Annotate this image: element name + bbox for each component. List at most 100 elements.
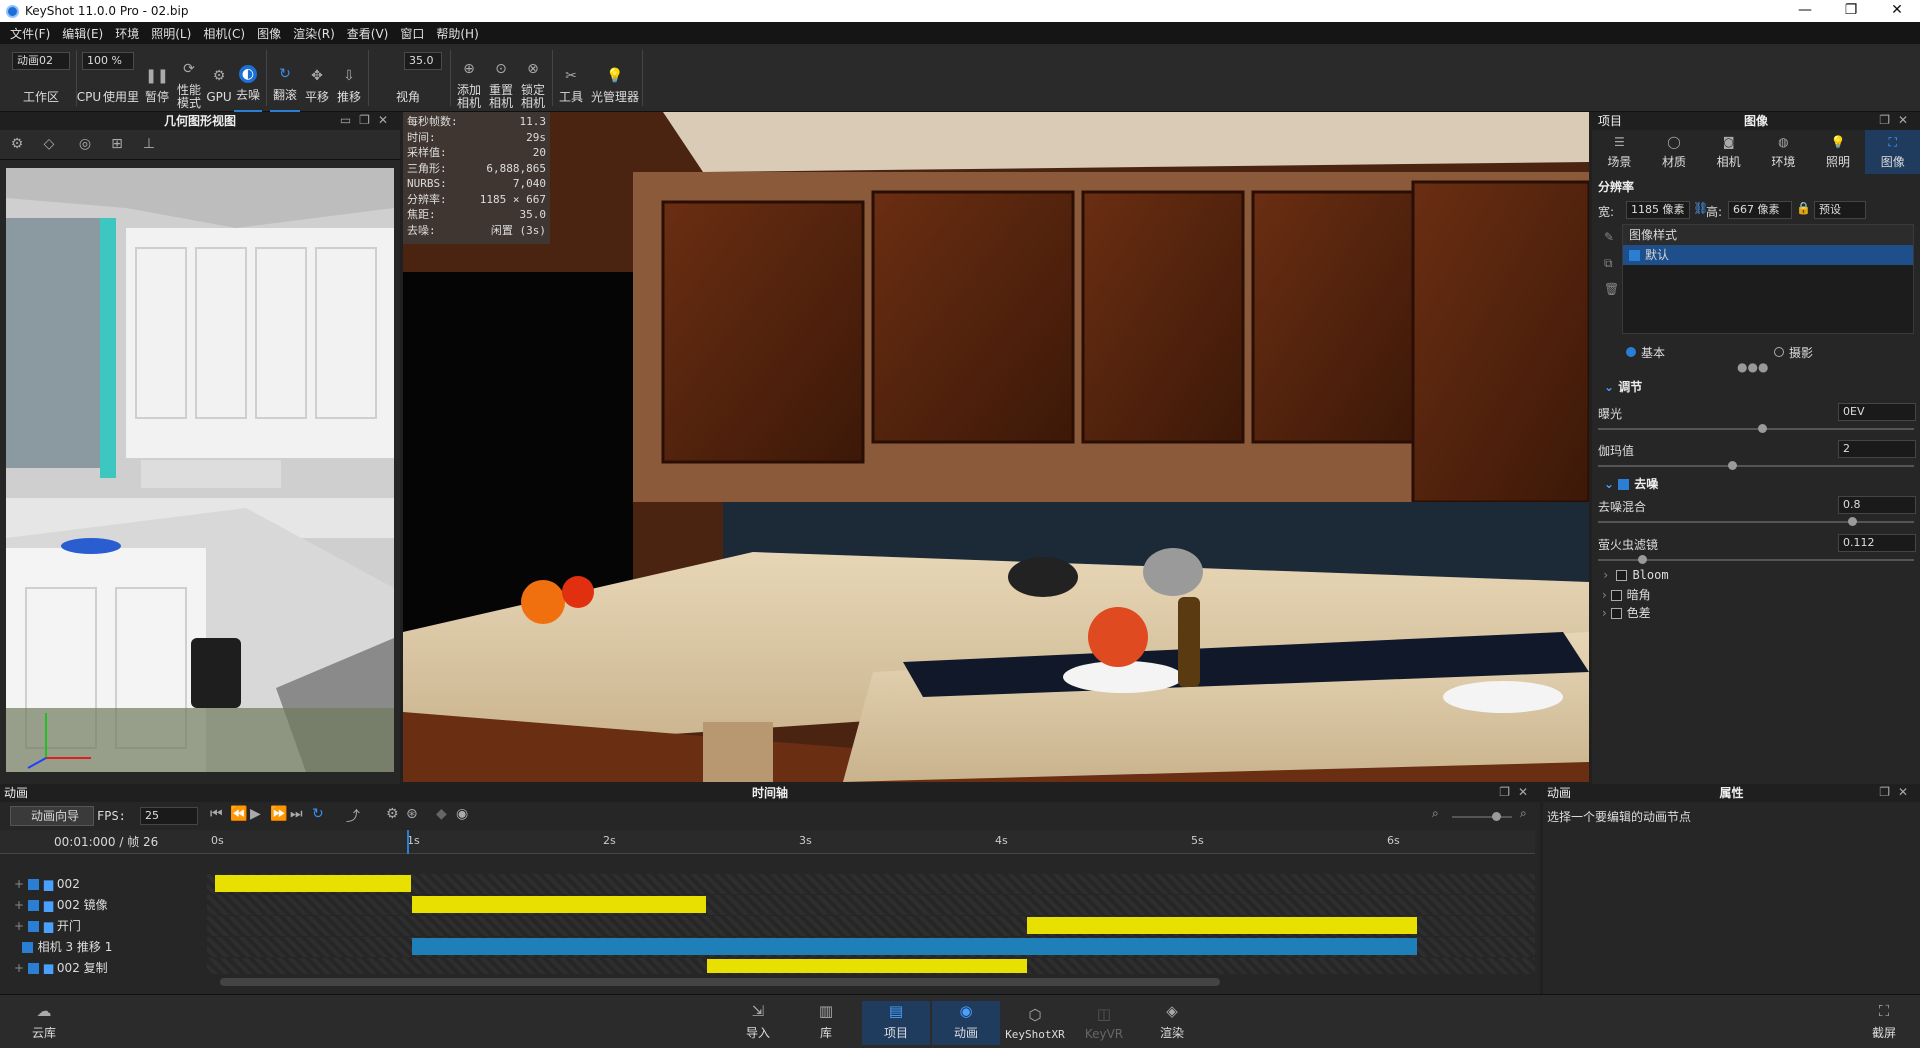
workspace-button[interactable]: 工作区 [14,44,68,112]
animation-clip[interactable] [412,938,1417,955]
playhead[interactable] [407,830,417,854]
play-icon[interactable]: ▶ [250,806,261,822]
edit-icon[interactable]: ✎ [1604,230,1614,244]
adjust-heading[interactable]: ⌄ 调节 [1604,378,1642,395]
track-open-door[interactable]: + ▆ 开门 [0,916,207,936]
pause-button[interactable]: ❚❚ 暂停 [142,44,172,112]
gpu-button[interactable]: ⚙ GPU [206,44,232,112]
lane-002-mirror[interactable] [207,895,1535,915]
track-002-copy[interactable]: + ▆ 002 复制 [0,958,207,974]
track-camera-dolly[interactable]: 相机 3 推移 1 [0,937,207,957]
lane-002[interactable] [207,874,1535,894]
tab-camera[interactable]: ◙ 相机 [1701,130,1756,174]
perf-mode-button[interactable]: ⟳ 性能 模式 [174,44,204,112]
animation-wizard-button[interactable]: 动画向导 [10,806,94,826]
animation-clip[interactable] [412,896,706,913]
gamma-field[interactable]: 2 [1838,440,1916,458]
keyframe-icon[interactable]: ◆ [436,806,447,822]
fps-field[interactable]: 25 [140,807,198,825]
timeline-zoom-slider[interactable] [1452,812,1512,821]
library-button[interactable]: ▥ 库 [792,1001,860,1045]
render-button[interactable]: ◈ 渲染 [1138,1001,1206,1045]
denoise-mix-field[interactable]: 0.8 [1838,496,1916,514]
record-icon[interactable]: ◉ [456,806,468,822]
close-button[interactable]: ✕ [1874,0,1920,22]
cube-icon[interactable]: ◇ [40,136,58,154]
firefly-slider[interactable] [1598,555,1914,564]
import-button[interactable]: ⇲ 导入 [724,1001,792,1045]
keyshotxr-button[interactable]: ⬡ KeyShotXR [1000,1001,1070,1045]
copy-icon[interactable]: ⧉ [1604,256,1613,271]
cloud-library-button[interactable]: ☁ 云库 [10,1001,78,1045]
bloom-row[interactable]: › Bloom [1602,568,1669,582]
tumble-button[interactable]: ↻ 翻滚 [270,44,300,112]
more-dots-icon[interactable]: ●●● [1737,360,1768,374]
animation-clip[interactable] [1027,917,1417,934]
dolly-button[interactable]: ⇩ 推移 [334,44,364,112]
geometry-viewport[interactable] [6,168,394,772]
animation-button[interactable]: ◉ 动画 [932,1001,1000,1045]
width-field[interactable]: 1185 像素 [1626,201,1690,219]
loop-icon[interactable]: ↻ [312,806,324,822]
denoise-button[interactable]: ◐ 去噪 [234,44,262,112]
screenshot-button[interactable]: ⛶ 截屏 [1850,1001,1918,1045]
settings-icon[interactable]: ⚙ [8,136,26,154]
firefly-field[interactable]: 0.112 [1838,534,1916,552]
project-button[interactable]: ▤ 项目 [862,1001,930,1045]
curve-icon[interactable]: ⤴ [346,806,360,826]
tab-image[interactable]: ⛶ 图像 [1865,130,1920,174]
panel-window-buttons[interactable]: ❐✕ [1879,113,1916,127]
panel-window-buttons[interactable]: ❐✕ [1499,785,1536,799]
menu-environment[interactable]: 环境 [109,25,145,42]
denoise-mix-slider[interactable] [1598,517,1914,526]
lock-icon[interactable]: 🔒 [1796,201,1811,215]
minimize-button[interactable]: — [1782,0,1828,22]
exposure-slider[interactable] [1598,424,1914,433]
height-field[interactable]: 667 像素 [1728,201,1792,219]
animation-clip[interactable] [215,875,411,892]
light-manager-button[interactable]: 💡 光管理器 [588,44,642,112]
add-camera-button[interactable]: ⊕ 添加 相机 [454,44,484,112]
menu-camera[interactable]: 相机(C) [197,25,251,42]
tab-lighting[interactable]: 💡 照明 [1811,130,1866,174]
step-forward-icon[interactable]: ⏩ [270,806,287,822]
lane-camera-dolly[interactable] [207,937,1535,957]
camera-icon[interactable]: ◎ [76,136,94,154]
track-002[interactable]: + ▆ 002 [0,874,207,894]
zoom-in-icon[interactable]: ⌕ [1520,806,1527,821]
vignette-row[interactable]: › 暗角 [1602,586,1651,603]
skip-start-icon[interactable]: ⏮ [210,806,223,822]
skip-end-icon[interactable]: ⏭ [290,806,303,822]
gear-icon[interactable]: ⚙ [386,806,399,822]
menu-render[interactable]: 渲染(R) [287,25,341,42]
denoise-heading[interactable]: ⌄ 去噪 [1604,475,1658,492]
tab-environment[interactable]: ◍ 环境 [1756,130,1811,174]
step-back-icon[interactable]: ⏪ [230,806,247,822]
pan-button[interactable]: ✥ 平移 [302,44,332,112]
zoom-out-icon[interactable]: ⌕ [1432,806,1439,821]
keyvr-button[interactable]: ◫ KeyVR [1070,1001,1138,1045]
usage-button[interactable]: 使用里 [102,44,140,112]
menu-file[interactable]: 文件(F) [4,25,56,42]
menu-lighting[interactable]: 照明(L) [145,25,197,42]
tools-button[interactable]: ✂ 工具 [556,44,586,112]
timeline-ruler[interactable]: 0s 1s 2s 3s 4s 5s 6s [207,830,1535,854]
exposure-field[interactable]: 0EV [1838,403,1916,421]
maximize-button[interactable]: ❐ [1828,0,1874,22]
tab-scene[interactable]: ☰ 场景 [1592,130,1647,174]
reset-camera-button[interactable]: ⊙ 重置 相机 [486,44,516,112]
timeline-scrollbar[interactable] [220,978,1220,986]
cpu-button[interactable]: CPU [76,44,102,112]
target-icon[interactable]: ⊛ [406,806,418,822]
axis-icon[interactable]: ⊥ [140,136,158,154]
gamma-slider[interactable] [1598,461,1914,470]
lane-002-copy[interactable] [207,958,1535,974]
preset-select[interactable]: 预设 [1814,201,1866,219]
mode-photo-radio[interactable]: 摄影 [1774,344,1813,361]
menu-image[interactable]: 图像 [251,25,287,42]
grid-icon[interactable]: ⊞ [108,136,126,154]
render-viewport[interactable]: 每秒帧数: 11.3 时间: 29s 采样值: 20 三角形: 6,888,865 NU… [403,112,1589,782]
lock-camera-button[interactable]: ⊗ 锁定 相机 [518,44,548,112]
mode-basic-radio[interactable]: 基本 [1626,344,1665,361]
menu-edit[interactable]: 编辑(E) [56,25,109,42]
